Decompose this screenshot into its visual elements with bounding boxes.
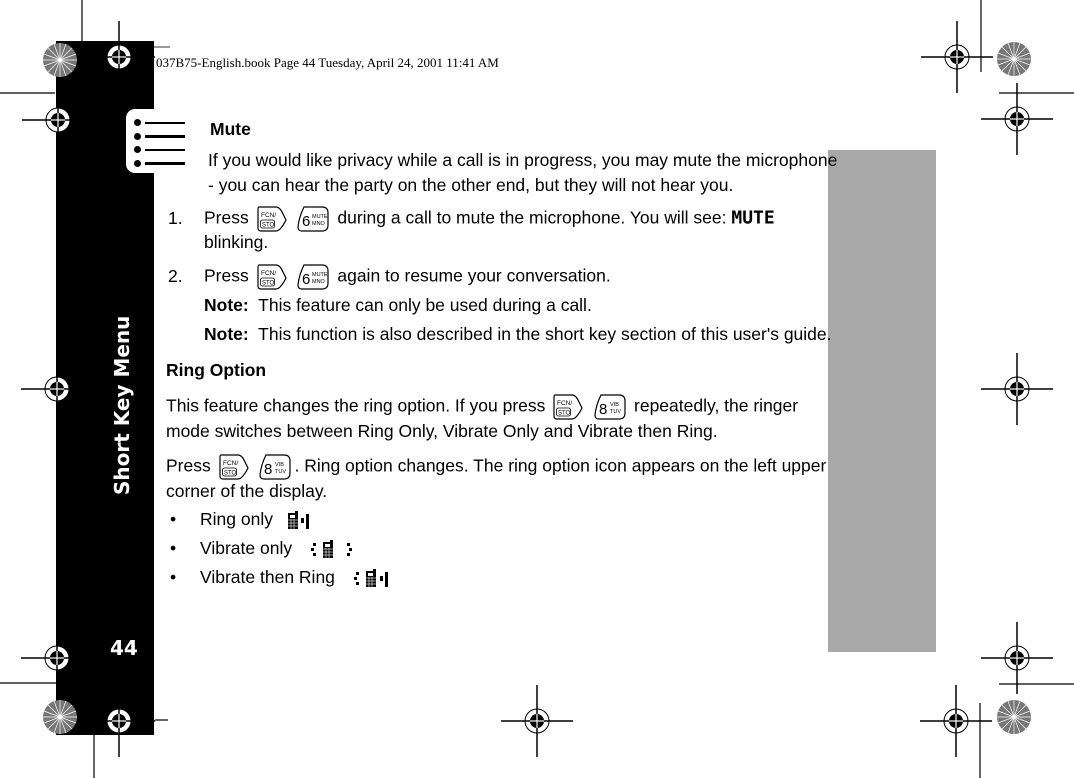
crop-marks	[0, 0, 1074, 778]
